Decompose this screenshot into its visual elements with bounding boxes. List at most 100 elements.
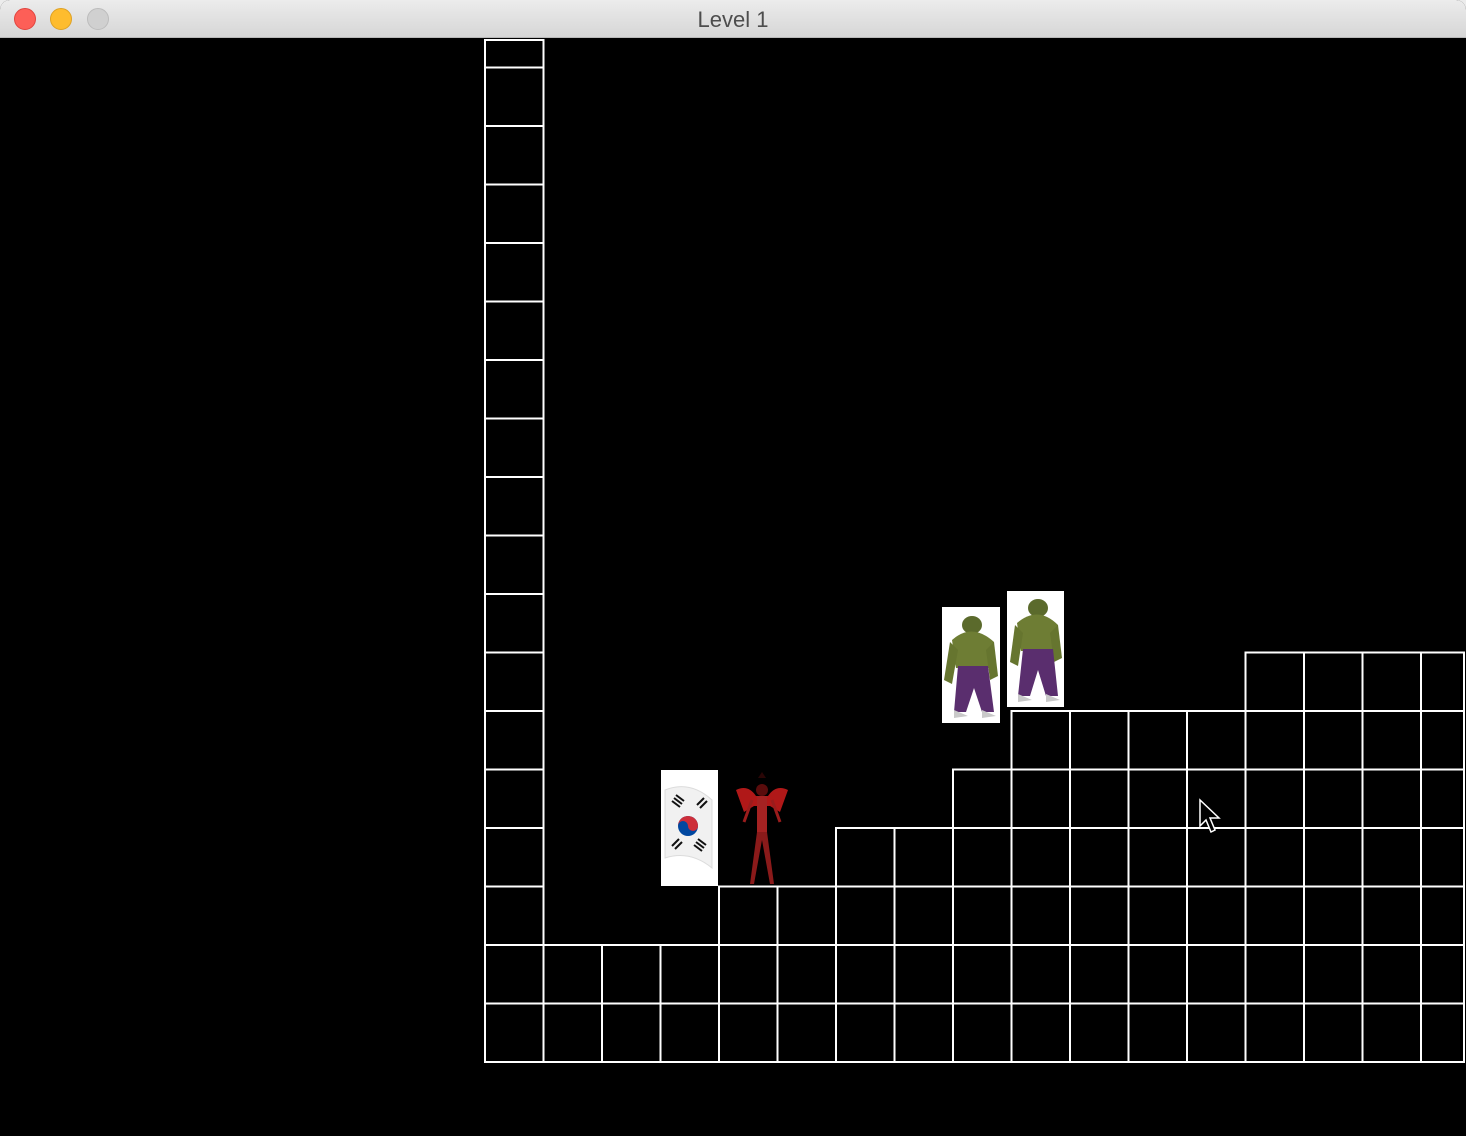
flag-goal <box>661 770 718 886</box>
terrain-tile <box>484 710 545 771</box>
terrain-tile <box>952 944 1013 1005</box>
terrain-tile <box>1069 710 1130 771</box>
terrain-tile <box>1244 710 1305 771</box>
terrain-tile <box>776 944 837 1005</box>
terrain-tile <box>1303 885 1364 946</box>
terrain-tile <box>484 885 545 946</box>
terrain-tile <box>1010 885 1071 946</box>
terrain-tile <box>1361 768 1422 829</box>
terrain-tile <box>1010 768 1071 829</box>
terrain-tile <box>1420 710 1465 771</box>
window-title: Level 1 <box>697 7 769 32</box>
terrain-tile <box>1361 1002 1422 1063</box>
terrain-tile <box>952 827 1013 888</box>
terrain-tile <box>893 1002 954 1063</box>
terrain-tile <box>1361 651 1422 712</box>
terrain-tile <box>1244 885 1305 946</box>
terrain-tile <box>1069 827 1130 888</box>
terrain-tile <box>659 944 720 1005</box>
terrain-tile <box>1361 944 1422 1005</box>
terrain-tile <box>1186 1002 1247 1063</box>
terrain-tile <box>1186 768 1247 829</box>
terrain-tile <box>484 944 545 1005</box>
terrain-tile <box>484 300 545 361</box>
terrain-tile <box>1420 768 1465 829</box>
terrain-tile <box>1303 827 1364 888</box>
terrain-tile <box>893 885 954 946</box>
level-scene <box>484 39 1465 1063</box>
terrain-tile <box>718 1002 779 1063</box>
terrain-tile <box>1244 1002 1305 1063</box>
terrain-tile <box>1127 827 1188 888</box>
terrain-tile <box>484 125 545 186</box>
terrain-tile <box>1420 944 1465 1005</box>
terrain-tile <box>659 1002 720 1063</box>
hulk-enemy <box>1007 591 1064 707</box>
terrain-tile <box>1069 944 1130 1005</box>
terrain-tile <box>1361 885 1422 946</box>
terrain-tile <box>484 1002 545 1063</box>
terrain-tile <box>1420 1002 1465 1063</box>
terrain-tile <box>1010 827 1071 888</box>
terrain-tile <box>1127 768 1188 829</box>
terrain-tile <box>1127 944 1188 1005</box>
terrain-tile <box>484 593 545 654</box>
terrain-tile <box>893 827 954 888</box>
terrain-tile <box>1420 885 1465 946</box>
terrain-tile <box>1303 768 1364 829</box>
terrain-tile <box>1010 710 1071 771</box>
terrain-tile <box>1127 710 1188 771</box>
terrain-tile <box>835 827 896 888</box>
terrain-tile <box>484 768 545 829</box>
terrain-tile <box>1303 1002 1364 1063</box>
terrain-tile <box>1303 710 1364 771</box>
terrain-tile <box>1244 768 1305 829</box>
terrain-tile <box>952 885 1013 946</box>
terrain-tile <box>835 1002 896 1063</box>
terrain-tile <box>1244 827 1305 888</box>
terrain-tile <box>484 242 545 303</box>
terrain-tile <box>776 885 837 946</box>
terrain-tile <box>484 359 545 420</box>
terrain-tile <box>1127 1002 1188 1063</box>
terrain-tile <box>1361 827 1422 888</box>
terrain-tile <box>893 944 954 1005</box>
terrain-tile <box>1186 827 1247 888</box>
terrain-tile <box>484 651 545 712</box>
terrain-tile <box>718 885 779 946</box>
terrain-tile <box>835 885 896 946</box>
terrain-tile <box>1186 710 1247 771</box>
terrain-tile <box>1186 885 1247 946</box>
game-window: Level 1 <box>0 0 1466 1136</box>
terrain-tile <box>484 476 545 537</box>
terrain-tile <box>1244 944 1305 1005</box>
terrain-tile <box>484 417 545 478</box>
terrain-tile <box>484 183 545 244</box>
terrain-tile <box>1303 944 1364 1005</box>
terrain-tile <box>542 1002 603 1063</box>
terrain-tile <box>484 827 545 888</box>
terrain-tile <box>601 1002 662 1063</box>
terrain-tile <box>1010 944 1071 1005</box>
terrain-tile <box>952 768 1013 829</box>
terrain-tile <box>484 66 545 127</box>
terrain-tile <box>835 944 896 1005</box>
hulk-enemy <box>942 607 1000 723</box>
terrain-tile <box>542 944 603 1005</box>
game-canvas[interactable] <box>0 38 1466 1136</box>
terrain-tile <box>1010 1002 1071 1063</box>
terrain-tile <box>1127 885 1188 946</box>
terrain-tile <box>1069 885 1130 946</box>
terrain-tile <box>776 1002 837 1063</box>
terrain-tile <box>1420 651 1465 712</box>
player-hero <box>736 772 788 884</box>
terrain-tile <box>484 534 545 595</box>
title-bar: Level 1 <box>0 0 1466 38</box>
terrain-tile <box>1244 651 1305 712</box>
terrain-tile <box>1303 651 1364 712</box>
terrain-tile <box>484 39 545 69</box>
terrain-tile <box>1069 768 1130 829</box>
terrain-tile <box>718 944 779 1005</box>
terrain-tile <box>952 1002 1013 1063</box>
terrain-tile <box>601 944 662 1005</box>
